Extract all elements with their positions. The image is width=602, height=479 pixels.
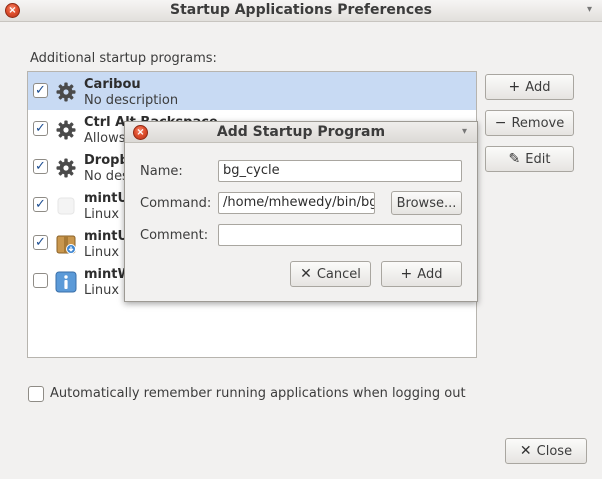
- command-label: Command:: [140, 196, 212, 211]
- plus-icon: +: [508, 79, 521, 95]
- checkbox[interactable]: ✓: [33, 83, 48, 98]
- checkbox[interactable]: [33, 273, 48, 288]
- checkbox[interactable]: ✓: [33, 235, 48, 250]
- name-input[interactable]: bg_cycle: [218, 160, 462, 182]
- gear-icon: [56, 82, 76, 102]
- cancel-button-label: Cancel: [316, 266, 361, 282]
- add-startup-program-dialog: × Add Startup Program ▾ Name: bg_cycle C…: [124, 121, 478, 302]
- app-name: Caribou: [84, 77, 141, 92]
- close-button-label: Close: [536, 443, 573, 459]
- list-item[interactable]: ✓ Caribou No description: [28, 72, 476, 110]
- gear-icon: [56, 120, 76, 140]
- checkbox[interactable]: ✓: [33, 197, 48, 212]
- plus-icon: +: [400, 266, 413, 282]
- package-icon: [56, 235, 76, 254]
- browse-button[interactable]: Browse...: [391, 191, 462, 215]
- comment-input[interactable]: [218, 224, 462, 246]
- edit-button-label: Edit: [525, 151, 551, 167]
- dialog-add-button[interactable]: + Add: [381, 261, 462, 287]
- comment-label: Comment:: [140, 228, 209, 243]
- close-button[interactable]: ✕ Close: [505, 438, 587, 464]
- pencil-icon: ✎: [508, 151, 521, 167]
- dialog-menu-icon[interactable]: ▾: [462, 126, 467, 137]
- checkbox[interactable]: ✓: [33, 159, 48, 174]
- window-titlebar: × Startup Applications Preferences ▾: [0, 0, 602, 22]
- cancel-icon: ✕: [300, 266, 312, 282]
- remove-button[interactable]: − Remove: [485, 110, 574, 136]
- edit-button[interactable]: ✎ Edit: [485, 146, 574, 172]
- minus-icon: −: [494, 115, 507, 131]
- remove-button-label: Remove: [511, 115, 565, 131]
- window-title: Startup Applications Preferences: [170, 2, 432, 18]
- add-button[interactable]: + Add: [485, 74, 574, 100]
- info-icon: [55, 271, 77, 293]
- section-label: Additional startup programs:: [30, 51, 217, 66]
- auto-remember-checkbox[interactable]: [28, 386, 44, 402]
- browse-button-label: Browse...: [396, 195, 457, 211]
- dialog-add-button-label: Add: [417, 266, 443, 282]
- window-menu-icon[interactable]: ▾: [587, 4, 592, 15]
- gear-icon: [56, 158, 76, 178]
- command-input[interactable]: /home/mhewedy/bin/bg_: [218, 192, 375, 214]
- checkbox[interactable]: ✓: [33, 121, 48, 136]
- cancel-button[interactable]: ✕ Cancel: [290, 261, 371, 287]
- auto-remember-label: Automatically remember running applicati…: [50, 386, 466, 401]
- blank-icon: [57, 197, 75, 215]
- app-name: Dropb: [84, 153, 129, 168]
- app-description: Allows: [84, 131, 126, 146]
- name-label: Name:: [140, 164, 183, 179]
- app-description: No description: [84, 93, 179, 108]
- close-icon: ✕: [519, 443, 532, 459]
- dialog-title: Add Startup Program: [216, 124, 386, 140]
- add-button-label: Add: [525, 79, 551, 95]
- dialog-titlebar: × Add Startup Program ▾: [125, 122, 477, 143]
